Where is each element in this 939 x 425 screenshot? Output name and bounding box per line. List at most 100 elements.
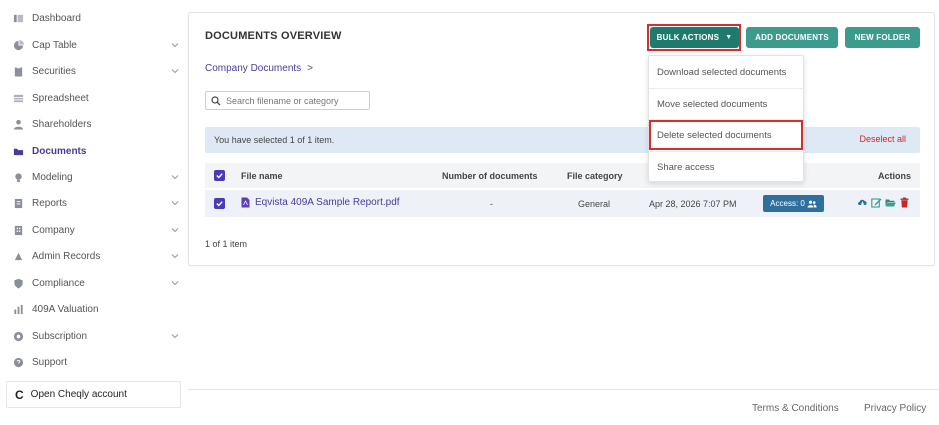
chart-icon xyxy=(12,303,24,315)
menu-item-move-selected[interactable]: Move selected documents xyxy=(649,90,805,118)
subscription-icon xyxy=(12,330,24,342)
bulk-actions-label: BULK ACTIONS xyxy=(656,33,720,42)
add-documents-button[interactable]: ADD DOCUMENTS xyxy=(746,27,838,48)
chevron-down-icon xyxy=(171,69,179,74)
sidebar-item-label: Compliance xyxy=(32,277,85,289)
sidebar-item-spreadsheet[interactable]: Spreadsheet xyxy=(0,87,188,109)
chevron-down-icon xyxy=(171,334,179,339)
bulk-actions-button[interactable]: BULK ACTIONS ▼ xyxy=(650,27,739,48)
sidebar-item-admin-records[interactable]: Admin Records xyxy=(0,245,188,267)
deselect-all-link[interactable]: Deselect all xyxy=(859,134,906,144)
clipboard-icon xyxy=(12,65,24,77)
folder-open-icon[interactable] xyxy=(885,197,896,208)
shield-icon xyxy=(12,277,24,289)
chevron-right-icon: > xyxy=(307,63,313,74)
caret-down-icon: ▼ xyxy=(725,34,733,41)
row-actions xyxy=(857,197,910,208)
select-all-checkbox[interactable] xyxy=(214,170,225,181)
table-row: Eqvista 409A Sample Report.pdf - General… xyxy=(205,190,920,217)
number-of-documents-cell: - xyxy=(490,199,493,209)
chevron-down-icon xyxy=(171,201,179,206)
sidebar-item-company[interactable]: Company xyxy=(0,219,188,241)
lightbulb-icon xyxy=(12,171,24,183)
table-icon xyxy=(12,92,24,104)
sidebar-item-modeling[interactable]: Modeling xyxy=(0,166,188,188)
footer-divider xyxy=(188,389,939,390)
chevron-down-icon xyxy=(171,43,179,48)
access-label: Access: 0 xyxy=(770,199,805,208)
search-input[interactable] xyxy=(226,95,366,106)
sidebar-item-409a-valuation[interactable]: 409A Valuation xyxy=(0,298,188,320)
file-category-cell: General xyxy=(578,199,611,209)
dashboard-icon xyxy=(12,12,24,24)
selection-bar: You have selected 1 of 1 item. Deselect … xyxy=(205,127,920,153)
sidebar-item-label: Admin Records xyxy=(32,250,101,262)
search-icon xyxy=(211,95,221,105)
chevron-down-icon xyxy=(171,254,179,259)
chevron-down-icon xyxy=(171,175,179,180)
sidebar-item-label: Subscription xyxy=(32,330,88,342)
admin-icon xyxy=(12,250,24,262)
sidebar-item-label: Shareholders xyxy=(32,118,92,130)
sidebar-item-support[interactable]: Support xyxy=(0,351,188,373)
terms-link[interactable]: Terms & Conditions xyxy=(752,403,839,414)
support-icon xyxy=(12,356,24,368)
sidebar-item-label: Spreadsheet xyxy=(32,92,89,104)
sidebar-item-dashboard[interactable]: Dashboard xyxy=(0,7,188,29)
menu-divider xyxy=(649,151,805,152)
column-header-file-category[interactable]: File category xyxy=(567,171,623,181)
column-header-file-name[interactable]: File name xyxy=(241,171,283,181)
cheqly-label: Open Cheqly account xyxy=(30,389,127,400)
sidebar-item-label: Dashboard xyxy=(32,12,81,24)
breadcrumb: Company Documents > xyxy=(205,63,313,74)
edit-icon[interactable] xyxy=(871,197,882,208)
menu-divider xyxy=(649,88,805,89)
sidebar-item-label: Securities xyxy=(32,65,76,77)
row-checkbox[interactable] xyxy=(214,198,225,209)
table-header: File name Number of documents File categ… xyxy=(205,163,920,188)
sidebar-item-shareholders[interactable]: Shareholders xyxy=(0,113,188,135)
cheqly-logo-icon: C xyxy=(15,387,24,402)
person-icon xyxy=(12,118,24,130)
checkmark-icon xyxy=(216,201,223,207)
checkmark-icon xyxy=(216,173,223,179)
sidebar-item-documents[interactable]: Documents xyxy=(0,140,188,162)
file-name: Eqvista 409A Sample Report.pdf xyxy=(255,197,400,208)
sidebar-item-compliance[interactable]: Compliance xyxy=(0,272,188,294)
privacy-link[interactable]: Privacy Policy xyxy=(864,403,926,414)
sidebar-item-reports[interactable]: Reports xyxy=(0,192,188,214)
date-cell: Apr 28, 2026 7:07 PM xyxy=(649,199,737,209)
documents-card: DOCUMENTS OVERVIEW BULK ACTIONS ▼ ADD DO… xyxy=(188,12,935,266)
sidebar-item-label: Modeling xyxy=(32,171,73,183)
pdf-file-icon xyxy=(241,197,250,208)
chevron-down-icon xyxy=(171,228,179,233)
menu-item-share-access[interactable]: Share access xyxy=(649,153,805,181)
sidebar-item-label: Reports xyxy=(32,197,68,209)
selection-message: You have selected 1 of 1 item. xyxy=(214,135,335,145)
access-button[interactable]: Access: 0 xyxy=(763,195,824,212)
column-header-number-of-documents[interactable]: Number of documents xyxy=(442,171,538,181)
report-icon xyxy=(12,197,24,209)
open-cheqly-account-button[interactable]: C Open Cheqly account xyxy=(6,381,181,408)
sidebar-item-label: Company xyxy=(32,224,75,236)
item-count: 1 of 1 item xyxy=(205,239,248,249)
page-title: DOCUMENTS OVERVIEW xyxy=(205,30,342,42)
users-icon xyxy=(807,200,817,207)
sidebar-item-label: Support xyxy=(32,356,68,368)
file-name-link[interactable]: Eqvista 409A Sample Report.pdf xyxy=(241,197,400,208)
sidebar-item-subscription[interactable]: Subscription xyxy=(0,325,188,347)
sidebar: Dashboard Cap Table Securities Spreadshe… xyxy=(0,0,188,425)
sidebar-item-securities[interactable]: Securities xyxy=(0,60,188,82)
sidebar-item-label: 409A Valuation xyxy=(32,303,99,315)
chevron-down-icon xyxy=(171,281,179,286)
delete-selected-highlight xyxy=(649,120,803,150)
cloud-download-icon[interactable] xyxy=(857,197,868,208)
new-folder-button[interactable]: NEW FOLDER xyxy=(845,27,920,48)
column-header-actions: Actions xyxy=(878,171,912,181)
bulk-actions-dropdown: Download selected documents Move selecte… xyxy=(648,55,805,182)
sidebar-item-label: Cap Table xyxy=(32,39,77,51)
trash-icon[interactable] xyxy=(899,197,910,208)
breadcrumb-company-documents[interactable]: Company Documents xyxy=(205,63,301,74)
menu-item-download-selected[interactable]: Download selected documents xyxy=(649,58,805,86)
sidebar-item-cap-table[interactable]: Cap Table xyxy=(0,34,188,56)
